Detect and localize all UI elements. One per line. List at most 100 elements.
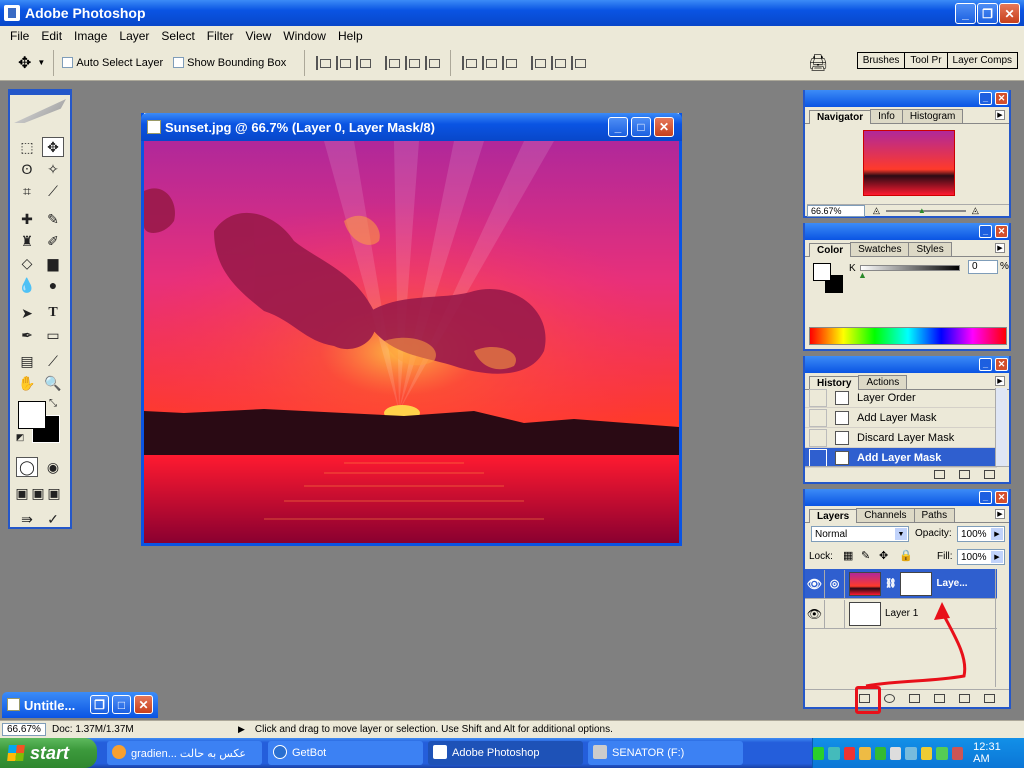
chain-link-icon[interactable]: ⛓ [885, 578, 896, 589]
show-bbox-checkbox[interactable] [173, 57, 185, 68]
distribute-hcenter-icon[interactable] [551, 55, 567, 70]
fill-input[interactable]: 100% ▶ [957, 549, 1005, 565]
close-button[interactable]: ✕ [999, 3, 1020, 24]
status-menu-arrow-icon[interactable]: ▶ [238, 724, 245, 735]
panel-minimize-button[interactable]: _ [979, 92, 992, 105]
gradient-tool-icon[interactable]: ▆ [42, 253, 64, 273]
new-layer-icon[interactable] [959, 694, 970, 703]
panel-close-button[interactable]: ✕ [995, 225, 1008, 238]
new-group-icon[interactable] [909, 694, 920, 703]
history-scrollbar[interactable] [995, 388, 1007, 466]
align-left-icon[interactable] [385, 55, 401, 70]
taskbar-item-photoshop[interactable]: Adobe Photoshop [428, 741, 583, 765]
start-button[interactable]: start [0, 738, 97, 768]
tab-info[interactable]: Info [870, 109, 903, 123]
menu-window[interactable]: Window [277, 29, 332, 43]
layer-thumbnail[interactable] [849, 571, 881, 596]
taskbar-item-drive[interactable]: SENATOR (F:) [588, 741, 743, 765]
new-snapshot-icon[interactable] [959, 470, 970, 479]
panel-menu-arrow-icon[interactable]: ▶ [995, 110, 1005, 120]
distribute-vcenter-icon[interactable] [482, 55, 498, 70]
tab-layers[interactable]: Layers [809, 509, 858, 523]
type-tool-icon[interactable]: T [42, 303, 64, 323]
path-selection-icon[interactable]: ➤ [16, 303, 38, 323]
panel-close-button[interactable]: ✕ [995, 358, 1008, 371]
tab-actions[interactable]: Actions [858, 375, 908, 389]
status-zoom-field[interactable]: 66.67% [2, 723, 46, 736]
healing-brush-icon[interactable]: ✚ [16, 209, 38, 229]
tray-app-icon[interactable] [859, 746, 871, 760]
screen-mode-full-icon[interactable]: ▣ [46, 483, 62, 503]
panel-menu-arrow-icon[interactable]: ▶ [995, 376, 1005, 386]
screen-mode-standard-icon[interactable]: ▣ [14, 483, 30, 503]
layers-panel-titlebar[interactable]: _ ✕ [805, 489, 1009, 506]
panel-minimize-button[interactable]: _ [979, 491, 992, 504]
panel-minimize-button[interactable]: _ [979, 358, 992, 371]
magic-wand-icon[interactable]: ✧ [42, 159, 64, 179]
layer-row-selected[interactable]: 👁 ◎ ⛓ Laye... [805, 569, 997, 599]
well-tab-layer-comps[interactable]: Layer Comps [948, 53, 1017, 68]
clone-stamp-icon[interactable]: ♜ [16, 231, 38, 251]
menu-image[interactable]: Image [68, 29, 113, 43]
tray-app-icon[interactable] [905, 746, 917, 760]
dodge-tool-icon[interactable]: ● [42, 275, 64, 295]
document-title-bar[interactable]: Sunset.jpg @ 66.7% (Layer 0, Layer Mask/… [141, 113, 682, 141]
panel-close-button[interactable]: ✕ [995, 92, 1008, 105]
image-canvas[interactable] [144, 141, 679, 543]
eye-icon[interactable]: 👁 [805, 569, 825, 598]
color-fg-swatch[interactable] [813, 263, 831, 281]
align-vcenter-icon[interactable] [336, 55, 352, 70]
mini-close-button[interactable]: ✕ [134, 695, 153, 714]
well-tab-tool-presets[interactable]: Tool Pr [905, 53, 948, 68]
slider-handle-icon[interactable]: ▲ [858, 270, 867, 280]
notes-tool-icon[interactable]: ▤ [16, 351, 38, 371]
add-layer-mask-icon[interactable] [884, 694, 895, 703]
move-tool-icon[interactable]: ✥ [42, 137, 64, 157]
navigator-panel-titlebar[interactable]: _ ✕ [805, 90, 1009, 107]
standard-mode-icon[interactable]: ◯ [16, 457, 38, 477]
blur-tool-icon[interactable]: 💧 [16, 275, 38, 295]
menu-file[interactable]: File [4, 29, 35, 43]
eye-icon[interactable]: 👁 [805, 599, 825, 628]
history-item-active[interactable]: Add Layer Mask [805, 448, 997, 468]
crop-tool-icon[interactable]: ⌗ [16, 181, 38, 201]
opacity-input[interactable]: 100% ▶ [957, 526, 1005, 542]
adjustment-layer-icon[interactable] [934, 694, 945, 703]
delete-state-icon[interactable] [984, 470, 995, 479]
history-panel-titlebar[interactable]: _ ✕ [805, 356, 1009, 373]
mini-maximize-button[interactable]: □ [112, 695, 131, 714]
slice-tool-icon[interactable]: ⟋ [42, 181, 64, 201]
tray-app-icon[interactable] [874, 746, 887, 760]
menu-help[interactable]: Help [332, 29, 369, 43]
doc-maximize-button[interactable]: □ [631, 117, 651, 137]
panel-minimize-button[interactable]: _ [979, 225, 992, 238]
marquee-tool-icon[interactable]: ⬚ [16, 137, 38, 157]
tab-styles[interactable]: Styles [908, 242, 952, 256]
menu-edit[interactable]: Edit [35, 29, 68, 43]
tab-histogram[interactable]: Histogram [901, 109, 964, 123]
menu-layer[interactable]: Layer [113, 29, 155, 43]
distribute-bottom-icon[interactable] [502, 55, 518, 70]
tray-app-icon[interactable] [890, 746, 902, 760]
tray-app-icon[interactable] [951, 746, 964, 760]
layers-scrollbar[interactable] [995, 569, 1007, 687]
move-tool-preset-icon[interactable]: ✥ [18, 53, 31, 73]
align-top-icon[interactable] [316, 55, 332, 70]
doc-close-button[interactable]: ✕ [654, 117, 674, 137]
layer-link-box[interactable] [825, 599, 845, 628]
screen-mode-full-menu-icon[interactable]: ▣ [30, 483, 46, 503]
zoom-in-icon[interactable]: ◬ [972, 205, 979, 216]
swap-colors-icon[interactable]: ⤡ [46, 397, 60, 409]
k-slider[interactable] [860, 265, 960, 271]
lock-all-icon[interactable]: 🔒 [899, 549, 913, 562]
well-tab-brushes[interactable]: Brushes [858, 53, 906, 68]
panel-menu-arrow-icon[interactable]: ▶ [995, 243, 1005, 253]
taskbar-item-getbot[interactable]: GetBot [268, 741, 423, 765]
menu-view[interactable]: View [239, 29, 277, 43]
history-item[interactable]: Discard Layer Mask [805, 428, 997, 448]
doc-minimize-button[interactable]: _ [608, 117, 628, 137]
blend-mode-select[interactable]: Normal ▼ [811, 526, 909, 542]
tray-app-icon[interactable] [936, 746, 948, 760]
color-spectrum-bar[interactable] [809, 327, 1007, 345]
auto-select-checkbox[interactable] [62, 57, 74, 68]
